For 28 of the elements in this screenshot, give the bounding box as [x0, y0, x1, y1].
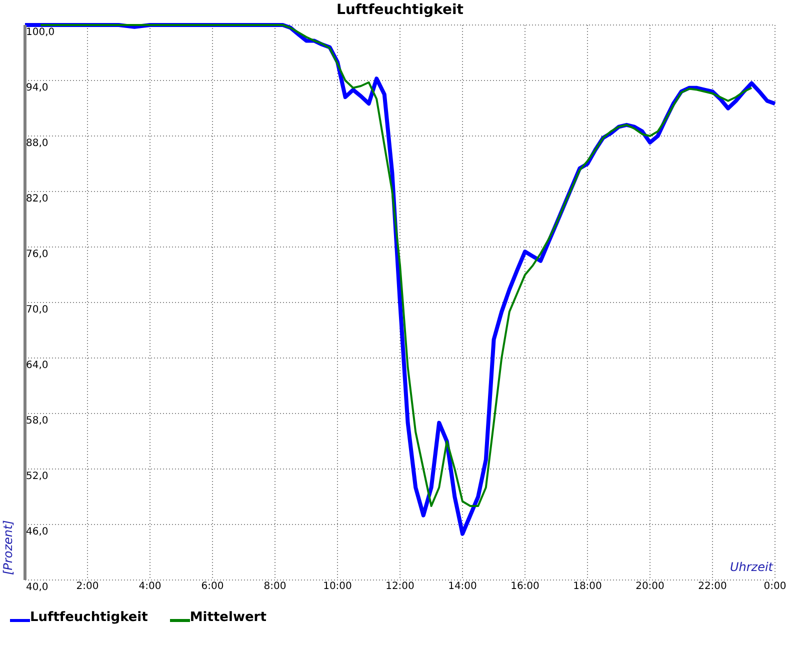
axis-tick-label: 40,0 [26, 582, 48, 593]
axis-title: Uhrzeit [730, 560, 773, 574]
axis-tick-label: 64,0 [26, 360, 48, 371]
axis-tick-label: 4:00 [138, 581, 162, 592]
axis-tick-label: 46,0 [26, 526, 48, 538]
chart-title: Luftfeuchtigkeit [336, 2, 464, 18]
axis-tick-label: 16:00 [510, 581, 540, 592]
axis-tick-label: 12:00 [386, 581, 414, 592]
axis-tick-label: 0:00 [764, 581, 786, 592]
legend-label: Mittelwert [190, 610, 266, 625]
axis-tick-label: 82,0 [26, 194, 48, 204]
axis-tick-label: 20:00 [636, 581, 664, 592]
axis-tick-label: 14:00 [448, 581, 477, 592]
axis-tick-label: 100,0 [26, 27, 55, 38]
axis-tick-label: 18:00 [573, 581, 602, 592]
axis-tick-label: 8:00 [264, 581, 286, 592]
axis-tick-label: 10:00 [323, 581, 352, 592]
axis-tick-label: 58,0 [26, 416, 48, 426]
axis-tick-label: 70,0 [26, 304, 48, 316]
axis-tick-label: 22:00 [698, 581, 727, 592]
axis-tick-label: 76,0 [26, 249, 48, 260]
axis-tick-label: 6:00 [201, 581, 224, 592]
axis-tick-label: 52,0 [26, 471, 48, 482]
axis-tick-label: 2:00 [76, 581, 99, 592]
axis-tick-label: 94,0 [26, 82, 48, 94]
axis-title: [Prozent] [1, 520, 15, 575]
legend-label: Luftfeuchtigkeit [30, 610, 148, 625]
axis-tick-label: 88,0 [26, 138, 48, 149]
